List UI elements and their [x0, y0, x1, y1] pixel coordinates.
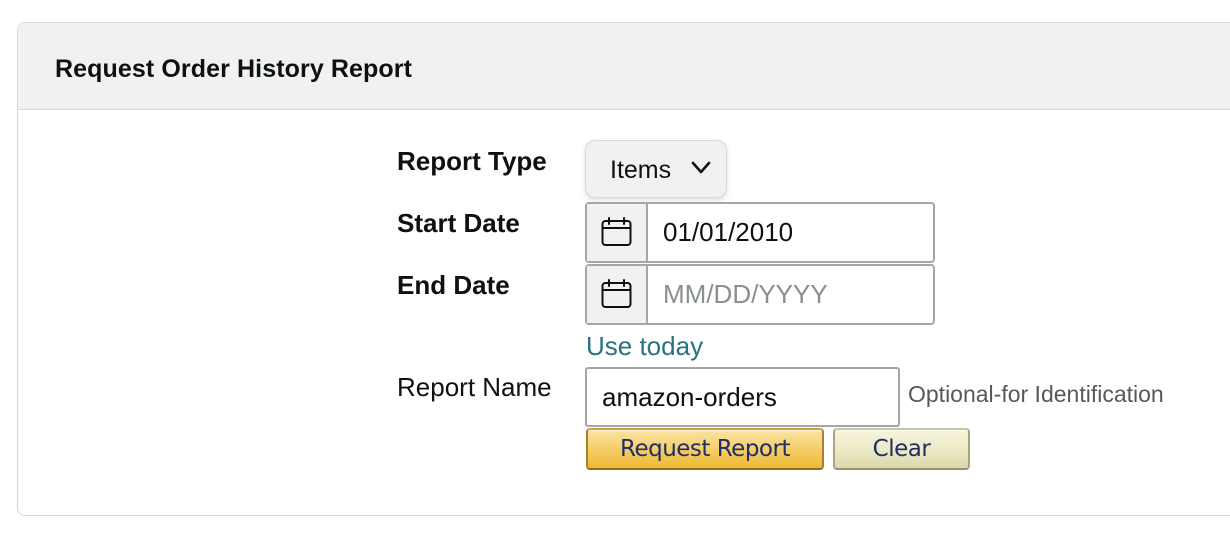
- panel-header: Request Order History Report: [18, 23, 1230, 110]
- report-name-label: Report Name: [397, 372, 552, 402]
- clear-button[interactable]: Clear: [833, 428, 970, 470]
- use-today-link[interactable]: Use today: [586, 331, 703, 362]
- request-report-button[interactable]: Request Report: [586, 428, 824, 470]
- chevron-down-icon: [691, 161, 711, 174]
- report-type-label: Report Type: [397, 146, 547, 176]
- start-date-input[interactable]: [648, 204, 931, 261]
- calendar-icon: [601, 279, 632, 308]
- start-date-field: [585, 202, 935, 263]
- report-name-input[interactable]: [585, 367, 900, 427]
- start-date-label: Start Date: [397, 208, 520, 238]
- end-date-label: End Date: [397, 270, 510, 300]
- report-type-selected: Items: [610, 156, 672, 184]
- start-date-picker-button[interactable]: [587, 204, 648, 261]
- calendar-icon: [601, 217, 632, 246]
- report-type-dropdown[interactable]: Items: [585, 140, 727, 198]
- end-date-picker-button[interactable]: [587, 266, 648, 323]
- end-date-field: [585, 264, 935, 325]
- panel-title: Request Order History Report: [55, 55, 413, 83]
- report-name-hint: Optional-for Identification: [908, 381, 1164, 407]
- end-date-input[interactable]: [648, 266, 931, 323]
